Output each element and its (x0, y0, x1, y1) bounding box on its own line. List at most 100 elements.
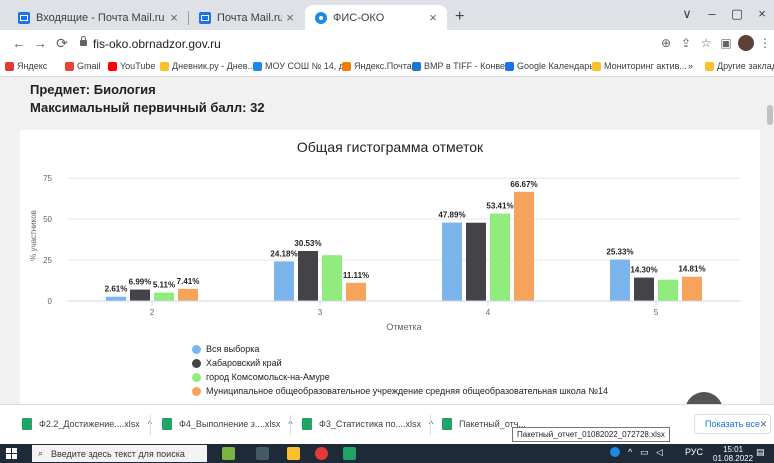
chart-bar (274, 261, 294, 301)
maximize-icon[interactable]: ▢ (727, 6, 747, 22)
file-explorer-icon[interactable] (287, 447, 300, 460)
excel-file-icon (442, 418, 452, 430)
bar-data-label: 14.81% (678, 265, 705, 274)
close-downloads-icon[interactable]: × (760, 417, 767, 431)
tab-mail[interactable]: Почта Mail.ru × (189, 5, 304, 30)
bookmark-yandex[interactable]: Яндекс (5, 61, 47, 71)
taskbar-clock[interactable]: 15:01 01.08.2022 (713, 445, 753, 463)
bar-data-label: 47.89% (438, 211, 465, 220)
back-icon[interactable]: ← (10, 35, 28, 51)
chart-bar (466, 222, 486, 301)
legend-item[interactable]: город Комсомольск-на-Амуре (192, 370, 608, 384)
tab-search-icon[interactable]: ∨ (677, 6, 697, 22)
other-bookmarks-label: Другие закладки (717, 61, 774, 71)
menu-icon[interactable]: ⋮ (757, 36, 773, 50)
bookmark-google-calendar[interactable]: Google Календарь (505, 61, 594, 71)
taskbar-app-icon[interactable] (222, 447, 235, 460)
bookmark-label: Яндекс.Почта (354, 61, 412, 71)
download-item[interactable]: Ф3_Статистика по....xlsx ^ (302, 418, 433, 430)
x-tick-label: 5 (654, 308, 659, 317)
chart-bar (490, 213, 510, 301)
legend-item[interactable]: Вся выборка (192, 342, 608, 356)
bookmark-dnevnik[interactable]: Дневник.ру - Днев... (160, 61, 255, 71)
fis-oko-icon (315, 11, 327, 24)
monitoring-icon (592, 61, 601, 71)
y-axis-label: % участников (29, 210, 38, 261)
new-tab-button[interactable]: + (455, 8, 464, 26)
bar-data-label: 53.41% (486, 202, 513, 211)
bookmark-monitoring[interactable]: Мониторинг актив... (592, 61, 687, 71)
tray-language[interactable]: РУС (685, 447, 703, 457)
download-tooltip: Пакетный_отчет_01082022_072728.xlsx (512, 427, 670, 442)
legend-label: Муниципальное общеобразовательное учрежд… (206, 386, 609, 396)
tab-fis-oko[interactable]: ФИС-ОКО × (305, 5, 447, 30)
forward-icon[interactable]: → (31, 35, 49, 51)
volume-icon[interactable]: ◁ (656, 447, 663, 458)
side-panel-icon[interactable]: ▣ (718, 36, 734, 50)
x-tick-label: 3 (318, 308, 323, 317)
bar-data-label: 2.61% (105, 285, 128, 294)
y-tick-label: 0 (48, 297, 53, 306)
bar-data-label: 7.41% (177, 277, 200, 286)
chart-bar (106, 296, 126, 301)
other-bookmarks[interactable]: Другие закладки (705, 61, 774, 71)
legend-marker (192, 386, 201, 396)
zoom-icon[interactable]: ⊕ (658, 36, 674, 50)
address-bar[interactable]: fis-oko.obrnadzor.gov.ru (93, 37, 221, 51)
task-view-icon[interactable] (256, 447, 269, 460)
excel-icon[interactable] (343, 447, 356, 460)
bookmark-label: Дневник.ру - Днев... (172, 61, 256, 71)
bookmarks-overflow-icon[interactable]: » (688, 61, 693, 71)
download-item[interactable]: Ф4_Выполнение з....xlsx ^ (162, 418, 293, 430)
taskbar-search[interactable]: ⌕ Введите здесь текст для поиска (32, 445, 207, 462)
bar-data-label: 25.33% (606, 248, 633, 257)
bar-data-label: 5.11% (153, 281, 175, 290)
profile-avatar[interactable] (738, 35, 754, 51)
bookmark-bmp-tiff[interactable]: BMP в TIFF - Конве... (412, 61, 513, 71)
bookmark-youtube[interactable]: YouTube (108, 61, 155, 71)
network-icon[interactable]: ▭ (640, 447, 649, 458)
yandex-mail-icon (342, 61, 351, 71)
legend-item[interactable]: Муниципальное общеобразовательное учрежд… (192, 384, 608, 398)
legend-item[interactable]: Хабаровский край (192, 356, 608, 370)
lock-icon[interactable] (80, 36, 87, 46)
calendar-icon (505, 61, 514, 71)
windows-start-icon[interactable] (6, 448, 17, 459)
reload-icon[interactable]: ⟳ (53, 35, 71, 52)
share-icon[interactable]: ⇪ (678, 36, 694, 50)
converter-icon (412, 61, 421, 71)
minimize-icon[interactable]: – (702, 6, 722, 21)
scroll-to-top-button[interactable]: ︿ (685, 392, 723, 404)
close-tab-icon[interactable]: × (425, 10, 441, 25)
y-tick-label: 25 (43, 256, 52, 265)
bar-data-label: 6.99% (129, 278, 152, 287)
chrome-icon[interactable] (315, 447, 328, 460)
bookmark-star-icon[interactable]: ☆ (698, 36, 714, 50)
page-scrollbar[interactable] (766, 77, 774, 404)
chart-bar (322, 255, 342, 301)
close-window-icon[interactable]: × (752, 6, 772, 21)
tray-app-icon[interactable] (610, 447, 620, 457)
bar-data-label: 30.53% (294, 239, 321, 248)
close-tab-icon[interactable]: × (166, 10, 182, 25)
bookmark-yandex-mail[interactable]: Яндекс.Почта (342, 61, 412, 71)
legend-label: город Комсомольск-на-Амуре (206, 372, 330, 382)
scrollbar-thumb[interactable] (767, 105, 773, 125)
legend-label: Хабаровский край (206, 358, 282, 368)
notifications-icon[interactable]: ▤ (756, 447, 765, 458)
mail-icon (18, 11, 30, 24)
tray-chevron-icon[interactable]: ^ (628, 447, 632, 457)
clock-date: 01.08.2022 (713, 454, 754, 463)
download-item[interactable]: Ф2.2_Достижение....xlsx ^ (22, 418, 152, 430)
download-separator (290, 415, 291, 435)
download-separator (430, 415, 431, 435)
tab-inbox-mail[interactable]: Входящие - Почта Mail.ru × (8, 5, 188, 30)
download-filename: Ф3_Статистика по....xlsx (319, 419, 422, 429)
close-tab-icon[interactable]: × (282, 10, 298, 25)
excel-file-icon (162, 418, 172, 430)
search-icon: ⌕ (38, 448, 44, 458)
bookmark-gmail[interactable]: Gmail (65, 61, 101, 71)
chart-bar (130, 289, 150, 301)
bookmark-school[interactable]: МОУ СОШ № 14, д... (253, 61, 352, 71)
chart-legend: Вся выборка Хабаровский край город Комсомо… (192, 342, 608, 398)
